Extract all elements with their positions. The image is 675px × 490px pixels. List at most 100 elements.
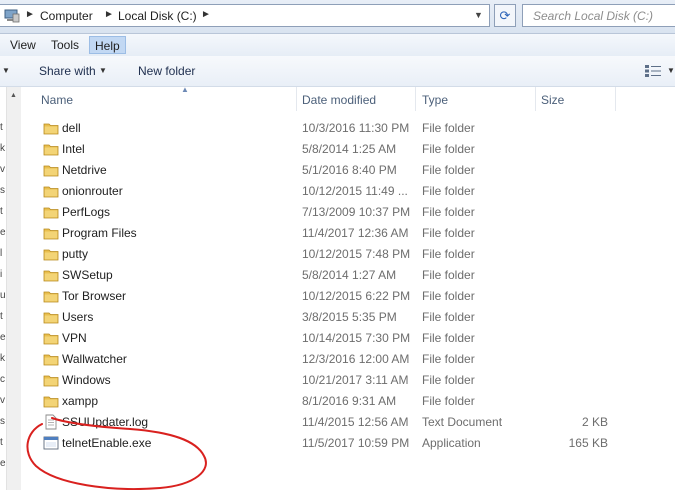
file-date-modified: 5/1/2016 8:40 PM — [302, 163, 397, 177]
file-name: dell — [62, 121, 81, 135]
nav-item-fragment[interactable]: l — [0, 248, 2, 259]
breadcrumb-local-disk[interactable]: Local Disk (C:) — [118, 9, 197, 23]
file-name: xampp — [62, 394, 99, 408]
address-bar[interactable]: ► Computer ► Local Disk (C:) ► ▼ — [0, 4, 490, 27]
file-date-modified: 5/8/2014 1:27 AM — [302, 268, 397, 282]
file-size: 2 KB — [581, 415, 608, 429]
breadcrumb-separator-icon[interactable]: ► — [25, 9, 35, 20]
file-name: Users — [62, 310, 94, 324]
file-date-modified: 10/12/2015 7:48 PM — [302, 247, 411, 261]
file-type: File folder — [422, 226, 475, 240]
nav-item-fragment[interactable]: t — [0, 437, 3, 448]
nav-item-fragment[interactable]: e — [0, 227, 6, 238]
file-name: Intel — [62, 142, 85, 156]
file-type: File folder — [422, 205, 475, 219]
nav-item-fragment[interactable]: i — [0, 269, 2, 280]
breadcrumb-computer[interactable]: Computer — [40, 9, 93, 23]
address-bar-area: ► Computer ► Local Disk (C:) ► ▼ ⟳ Searc… — [0, 0, 675, 34]
file-type: File folder — [422, 310, 475, 324]
nav-item-fragment[interactable]: v — [0, 164, 5, 175]
nav-item-fragment[interactable]: t — [0, 206, 3, 217]
column-header-type[interactable]: Type — [422, 93, 448, 107]
menu-help[interactable]: Help — [89, 36, 126, 54]
column-divider[interactable] — [296, 87, 297, 111]
file-name: VPN — [62, 331, 87, 345]
organize-dropdown-icon[interactable]: ▼ — [2, 66, 10, 75]
search-input[interactable]: Search Local Disk (C:) — [522, 4, 675, 27]
file-date-modified: 11/4/2017 12:36 AM — [302, 226, 409, 240]
file-date-modified: 10/12/2015 11:49 ... — [302, 184, 408, 198]
share-with-button[interactable]: Share with — [39, 64, 96, 78]
menu-bar: View Tools Help — [0, 34, 675, 56]
views-dropdown-icon[interactable]: ▼ — [667, 66, 675, 75]
file-type: File folder — [422, 121, 475, 135]
navigation-scrollbar[interactable]: ▲ — [6, 87, 21, 490]
file-row[interactable]: dell 10/3/2016 11:30 PM File folder — [21, 118, 675, 139]
application-icon — [43, 435, 59, 451]
refresh-icon: ⟳ — [499, 8, 511, 23]
file-name: putty — [62, 247, 89, 261]
file-type: File folder — [422, 247, 475, 261]
command-bar: ▼ Share with ▼ New folder ▼ — [0, 56, 675, 87]
breadcrumb-separator-icon[interactable]: ► — [201, 9, 211, 20]
nav-item-fragment[interactable]: s — [0, 416, 5, 427]
folder-icon — [43, 204, 59, 220]
nav-item-fragment[interactable]: v — [0, 395, 5, 406]
scroll-up-icon[interactable]: ▲ — [10, 92, 17, 99]
file-date-modified: 10/14/2015 7:30 PM — [302, 331, 411, 345]
change-view-icon[interactable] — [645, 65, 661, 77]
column-header-size[interactable]: Size — [541, 93, 564, 107]
nav-item-fragment[interactable]: t — [0, 122, 3, 133]
folder-icon — [43, 120, 59, 136]
address-dropdown-icon[interactable]: ▼ — [474, 10, 483, 20]
column-divider[interactable] — [415, 87, 416, 111]
refresh-button[interactable]: ⟳ — [494, 4, 516, 27]
file-row[interactable]: Users 3/8/2015 5:35 PM File folder — [21, 307, 675, 328]
nav-item-fragment[interactable]: t — [0, 311, 3, 322]
file-row[interactable]: SWSetup 5/8/2014 1:27 AM File folder — [21, 265, 675, 286]
folder-icon — [43, 372, 59, 388]
file-row[interactable]: Netdrive 5/1/2016 8:40 PM File folder — [21, 160, 675, 181]
nav-item-fragment[interactable]: s — [0, 185, 5, 196]
file-date-modified: 10/12/2015 6:22 PM — [302, 289, 411, 303]
column-header-name[interactable]: Name — [41, 93, 73, 107]
menu-view[interactable]: View — [5, 36, 41, 54]
file-date-modified: 8/1/2016 9:31 AM — [302, 394, 397, 408]
nav-item-fragment[interactable]: u — [0, 290, 6, 301]
file-row[interactable]: SSUUpdater.log 11/4/2015 12:56 AM Text Doc… — [21, 412, 675, 433]
file-row[interactable]: telnetEnable.exe 11/5/2017 10:59 PM Applic… — [21, 433, 675, 454]
column-header-date[interactable]: Date modified — [302, 93, 376, 107]
new-folder-button[interactable]: New folder — [138, 64, 195, 78]
file-type: Text Document — [422, 415, 503, 429]
nav-item-fragment[interactable]: e — [0, 332, 6, 343]
column-divider[interactable] — [535, 87, 536, 111]
share-dropdown-icon[interactable]: ▼ — [99, 66, 107, 75]
file-type: File folder — [422, 331, 475, 345]
file-row[interactable]: Wallwatcher 12/3/2016 12:00 AM File folder — [21, 349, 675, 370]
file-type: File folder — [422, 142, 475, 156]
column-divider[interactable] — [615, 87, 616, 111]
column-header-row: ▲ Name Date modified Type Size — [21, 85, 675, 111]
nav-item-fragment[interactable]: e — [0, 458, 6, 469]
file-row[interactable]: VPN 10/14/2015 7:30 PM File folder — [21, 328, 675, 349]
file-row[interactable]: Tor Browser 10/12/2015 6:22 PM File folder — [21, 286, 675, 307]
nav-item-fragment[interactable]: c — [0, 374, 5, 385]
file-row[interactable]: PerfLogs 7/13/2009 10:37 PM File folder — [21, 202, 675, 223]
folder-icon — [43, 309, 59, 325]
file-row[interactable]: Program Files 11/4/2017 12:36 AM File fold… — [21, 223, 675, 244]
file-date-modified: 10/3/2016 11:30 PM — [302, 121, 410, 135]
nav-item-fragment[interactable]: k — [0, 353, 5, 364]
menu-tools[interactable]: Tools — [46, 36, 84, 54]
file-row[interactable]: xampp 8/1/2016 9:31 AM File folder — [21, 391, 675, 412]
sort-ascending-icon: ▲ — [181, 85, 189, 94]
folder-icon — [43, 288, 59, 304]
breadcrumb-separator-icon[interactable]: ► — [104, 9, 114, 20]
file-name: PerfLogs — [62, 205, 111, 219]
file-row[interactable]: putty 10/12/2015 7:48 PM File folder — [21, 244, 675, 265]
file-type: File folder — [422, 394, 475, 408]
file-date-modified: 11/5/2017 10:59 PM — [302, 436, 410, 450]
nav-item-fragment[interactable]: k — [0, 143, 5, 154]
file-row[interactable]: Intel 5/8/2014 1:25 AM File folder — [21, 139, 675, 160]
file-row[interactable]: onionrouter 10/12/2015 11:49 ... File fold… — [21, 181, 675, 202]
file-row[interactable]: Windows 10/21/2017 3:11 AM File folder — [21, 370, 675, 391]
